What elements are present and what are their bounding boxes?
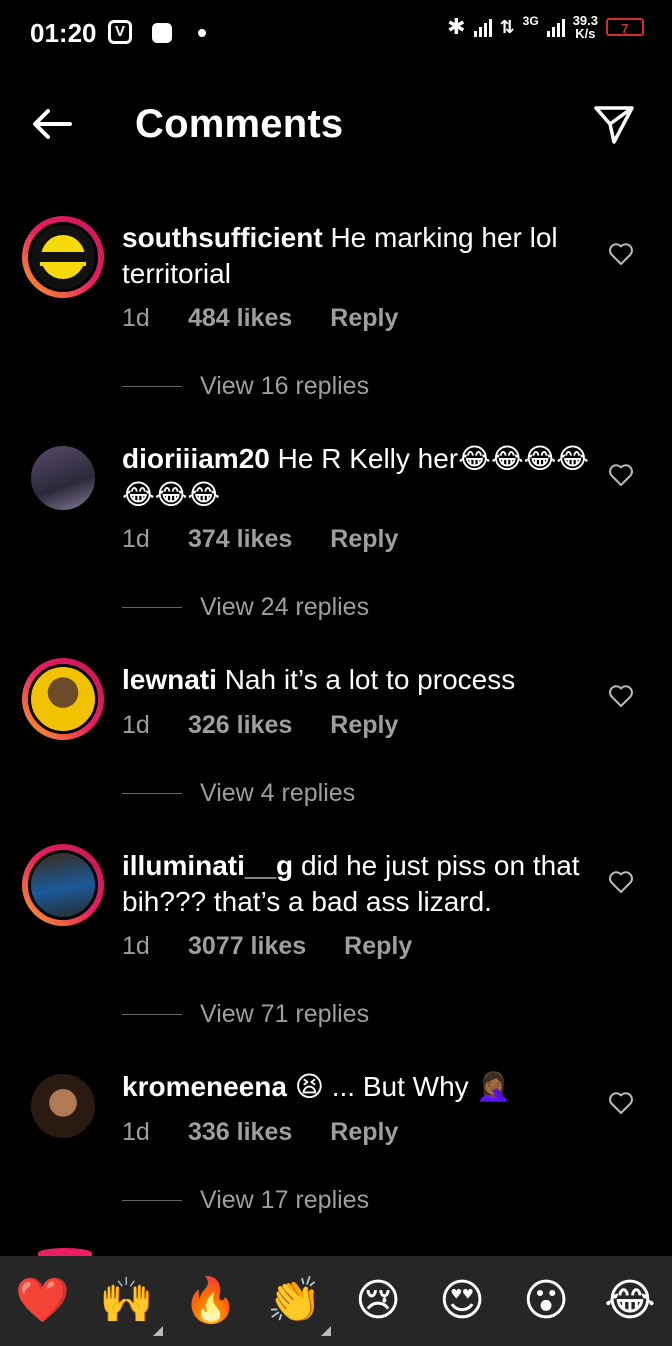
comment-time: 1d [122, 711, 150, 739]
like-heart-icon[interactable] [608, 683, 634, 709]
more-notifications-icon [198, 29, 206, 37]
comment-text: lewnati Nah it’s a lot to process [122, 662, 592, 698]
reply-button[interactable]: Reply [344, 932, 412, 961]
view-replies-label: View 24 replies [200, 593, 370, 621]
view-replies-label: View 4 replies [200, 779, 356, 807]
comments-header: Comments [0, 80, 672, 170]
view-replies-button[interactable]: View 71 replies [122, 1000, 369, 1029]
avatar[interactable] [22, 658, 104, 740]
comment-username[interactable]: dioriiiam20 [122, 443, 270, 474]
comment-time: 1d [122, 1118, 150, 1146]
comment-username[interactable]: lewnati [122, 664, 217, 695]
comment-meta: 1d 484 likes Reply [122, 304, 398, 333]
comment-likes[interactable]: 484 likes [188, 304, 292, 333]
comment-meta: 1d 326 likes Reply [122, 711, 398, 740]
view-replies-button[interactable]: View 24 replies [122, 593, 369, 622]
back-arrow-icon[interactable] [28, 100, 76, 148]
replies-divider [122, 607, 182, 608]
vimeo-notification-icon: V [108, 20, 132, 44]
comment-likes[interactable]: 3077 likes [188, 932, 306, 961]
emoji-reaction-bar: ❤️ 🙌 🔥 👏 😢 😍 😮 😂 [0, 1256, 672, 1346]
comment-time: 1d [122, 304, 150, 332]
avatar[interactable] [22, 844, 104, 926]
clapping-emoji: 👏 [267, 1276, 322, 1325]
comment-likes[interactable]: 326 likes [188, 711, 292, 740]
clapping-emoji-button[interactable]: 👏 [267, 1274, 331, 1336]
status-time: 01:20 [30, 18, 97, 48]
comment-likes[interactable]: 374 likes [188, 525, 292, 554]
crying-emoji-button[interactable]: 😢 [351, 1274, 405, 1328]
comment-text: southsufficient He marking her lol terri… [122, 220, 592, 292]
comment-meta: 1d 374 likes Reply [122, 525, 398, 554]
avatar[interactable] [22, 216, 104, 298]
like-heart-icon[interactable] [608, 1090, 634, 1116]
avatar[interactable] [22, 1065, 104, 1147]
south-logo-icon [38, 235, 88, 279]
replies-divider [122, 1014, 182, 1015]
comment-text: kromeneena 😫 ... But Why 🤦🏾‍♀️ [122, 1069, 592, 1105]
heart-emoji-button[interactable]: ❤️ [15, 1274, 70, 1328]
comment-username[interactable]: southsufficient [122, 222, 323, 253]
comment-time: 1d [122, 525, 150, 553]
data-transfer-icon: ⇅ [499, 16, 515, 37]
comment-text: illuminati__g did he just piss on that b… [122, 848, 592, 920]
laughing-emoji-button[interactable]: 😂 [603, 1274, 657, 1328]
like-heart-icon[interactable] [608, 241, 634, 267]
speed-unit: K/s [575, 26, 596, 41]
network-type: 3G [522, 14, 539, 28]
comment-username[interactable]: kromeneena [122, 1071, 287, 1102]
reply-button[interactable]: Reply [330, 304, 398, 333]
like-heart-icon[interactable] [608, 462, 634, 488]
view-replies-label: View 17 replies [200, 1186, 370, 1214]
reply-button[interactable]: Reply [330, 525, 398, 554]
network-speed: 39.3 K/s [573, 14, 598, 40]
view-replies-label: View 16 replies [200, 372, 370, 400]
send-icon[interactable] [592, 102, 636, 146]
reply-button[interactable]: Reply [330, 1118, 398, 1147]
comment-meta: 1d 336 likes Reply [122, 1118, 398, 1147]
comment-username[interactable]: illuminati__g [122, 850, 293, 881]
status-bar: 01:20 V ✱ ⇅ 3G 39.3 K/s 7 [0, 0, 672, 70]
surprised-emoji-button[interactable]: 😮 [519, 1274, 573, 1328]
bluetooth-icon: ✱ [447, 14, 466, 39]
replies-divider [122, 793, 182, 794]
skin-tone-indicator-icon [321, 1326, 331, 1336]
comment-body: 😫 ... But Why 🤦🏾‍♀️ [294, 1071, 512, 1102]
heart-eyes-emoji-button[interactable]: 😍 [435, 1274, 489, 1328]
signal-icon-2 [546, 17, 565, 37]
comment-likes[interactable]: 336 likes [188, 1118, 292, 1147]
raising-hands-emoji-button[interactable]: 🙌 [99, 1274, 163, 1336]
battery-icon: 7 [606, 18, 644, 36]
avatar[interactable] [22, 437, 104, 519]
view-replies-button[interactable]: View 17 replies [122, 1186, 369, 1215]
view-replies-label: View 71 replies [200, 1000, 370, 1028]
like-heart-icon[interactable] [608, 869, 634, 895]
fire-emoji-button[interactable]: 🔥 [183, 1274, 238, 1328]
replies-divider [122, 386, 182, 387]
view-replies-button[interactable]: View 4 replies [122, 779, 355, 808]
signal-icon [473, 17, 492, 37]
raising-hands-emoji: 🙌 [99, 1276, 154, 1325]
app-notification-icon [152, 23, 172, 43]
reply-button[interactable]: Reply [330, 711, 398, 740]
skin-tone-indicator-icon [153, 1326, 163, 1336]
comment-time: 1d [122, 932, 150, 960]
comment-text: dioriiiam20 He R Kelly her😂😂😂😂😂😂😂 [122, 441, 592, 513]
page-title: Comments [135, 102, 344, 146]
comment-meta: 1d 3077 likes Reply [122, 932, 412, 961]
status-right: ✱ ⇅ 3G 39.3 K/s 7 [447, 14, 644, 40]
comment-body: Nah it’s a lot to process [224, 664, 516, 695]
replies-divider [122, 1200, 182, 1201]
view-replies-button[interactable]: View 16 replies [122, 372, 369, 401]
